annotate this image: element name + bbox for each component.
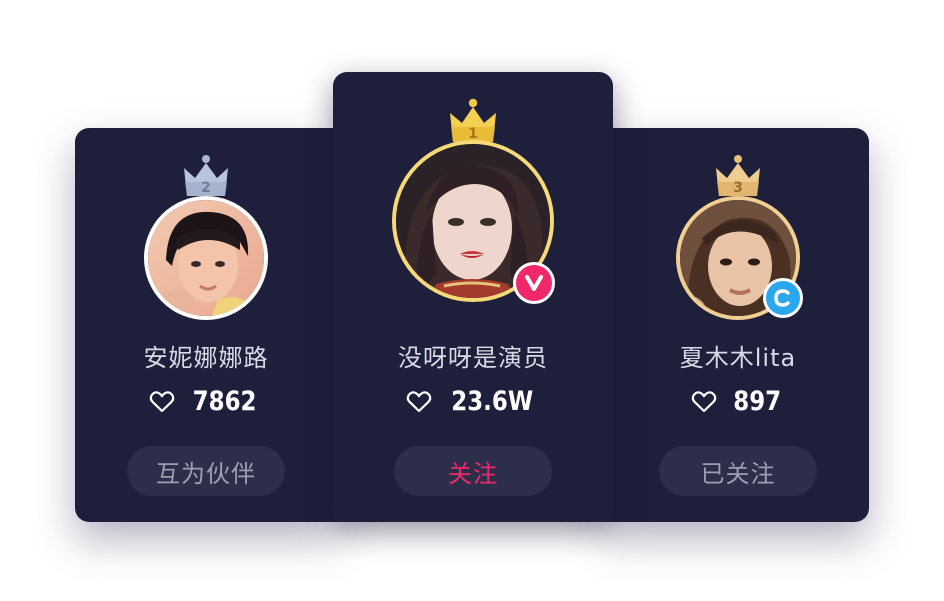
rank-3-like-count: 897 [733,386,781,417]
heart-icon [406,390,432,412]
rank-2-likes: 7862 [75,386,337,417]
rank-3-card: 3 夏木木lita 897 已关注 [607,128,869,522]
follow-button[interactable]: 关注 [394,446,552,496]
rank-2-like-count: 7862 [193,386,257,417]
c-badge-icon [763,278,803,318]
rank-2-name: 安妮娜娜路 [143,344,269,372]
crown-rank-2-number: 2 [201,180,211,196]
rank-2-column: 2 安妮娜娜路 7862 互为伙伴 [75,128,337,522]
rank-2-card: 2 安妮娜娜路 7862 互为伙伴 [75,128,337,522]
crown-rank-3-icon: 3 [716,155,760,196]
rank-1-like-count: 23.6W [451,386,533,417]
heart-icon [691,390,717,412]
crown-rank-2-icon: 2 [184,155,228,196]
leaderboard-podium: 2 安妮娜娜路 7862 互为伙伴 3 夏木木lita 897 已关注 1 没呀… [0,0,944,601]
heart-icon [150,390,175,412]
rank-3-column: 3 夏木木lita 897 已关注 [607,128,869,522]
crown-rank-1-icon: 1 [450,98,496,142]
rank-3-likes: 897 [607,386,869,417]
rank-1-card: 1 没呀呀是演员 23.6W 关注 [333,72,613,522]
crown-rank-3-number: 3 [733,180,743,196]
avatar-rank-2[interactable] [144,196,268,320]
rank-1-likes: 23.6W [333,386,613,417]
rank-3-name: 夏木木lita [679,344,797,372]
rank-1-name: 没呀呀是演员 [398,344,548,372]
mutual-partner-button[interactable]: 互为伙伴 [127,446,285,496]
v-badge-icon [513,262,555,304]
already-following-button[interactable]: 已关注 [659,446,817,496]
rank-1-column: 1 没呀呀是演员 23.6W 关注 [333,72,613,522]
